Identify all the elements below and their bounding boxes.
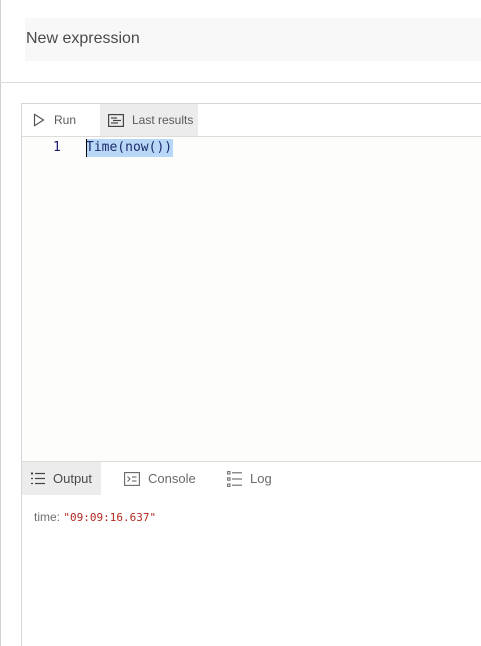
list-icon	[31, 472, 45, 485]
run-label: Run	[54, 113, 77, 127]
output-panel: time: "09:09:16.637"	[22, 495, 481, 646]
play-icon	[33, 113, 45, 127]
tab-console-label: Console	[148, 471, 196, 486]
left-divider	[0, 0, 1, 646]
tab-output-label: Output	[53, 471, 93, 486]
expression-editor-window: New expression Run Last results 1 Time(n…	[0, 0, 481, 646]
log-icon	[227, 470, 242, 487]
tab-output[interactable]: Output	[22, 462, 101, 495]
output-tab-bar: Output Console Log	[22, 461, 481, 496]
run-button[interactable]: Run	[22, 104, 100, 136]
output-line: time: "09:09:16.637"	[34, 510, 156, 524]
editor-panel: Run Last results 1 Time(now()) Output Co…	[21, 103, 481, 646]
text-caret	[86, 139, 87, 157]
expression-title-field[interactable]: New expression	[25, 18, 481, 61]
editor-toolbar: Run Last results	[22, 104, 481, 137]
expression-title: New expression	[26, 30, 140, 47]
code-line[interactable]: Time(now())	[86, 139, 174, 157]
results-icon	[108, 113, 124, 127]
line-number: 1	[53, 140, 61, 155]
last-results-label: Last results	[132, 113, 194, 127]
tab-log[interactable]: Log	[227, 462, 297, 495]
tab-log-label: Log	[250, 471, 272, 486]
output-value: "09:09:16.637"	[63, 511, 157, 524]
output-key: time:	[34, 510, 61, 524]
console-icon	[124, 471, 140, 486]
tab-console[interactable]: Console	[124, 462, 214, 495]
code-editor[interactable]: 1 Time(now())	[22, 137, 481, 461]
last-results-button[interactable]: Last results	[100, 104, 198, 136]
header-divider	[0, 82, 481, 83]
